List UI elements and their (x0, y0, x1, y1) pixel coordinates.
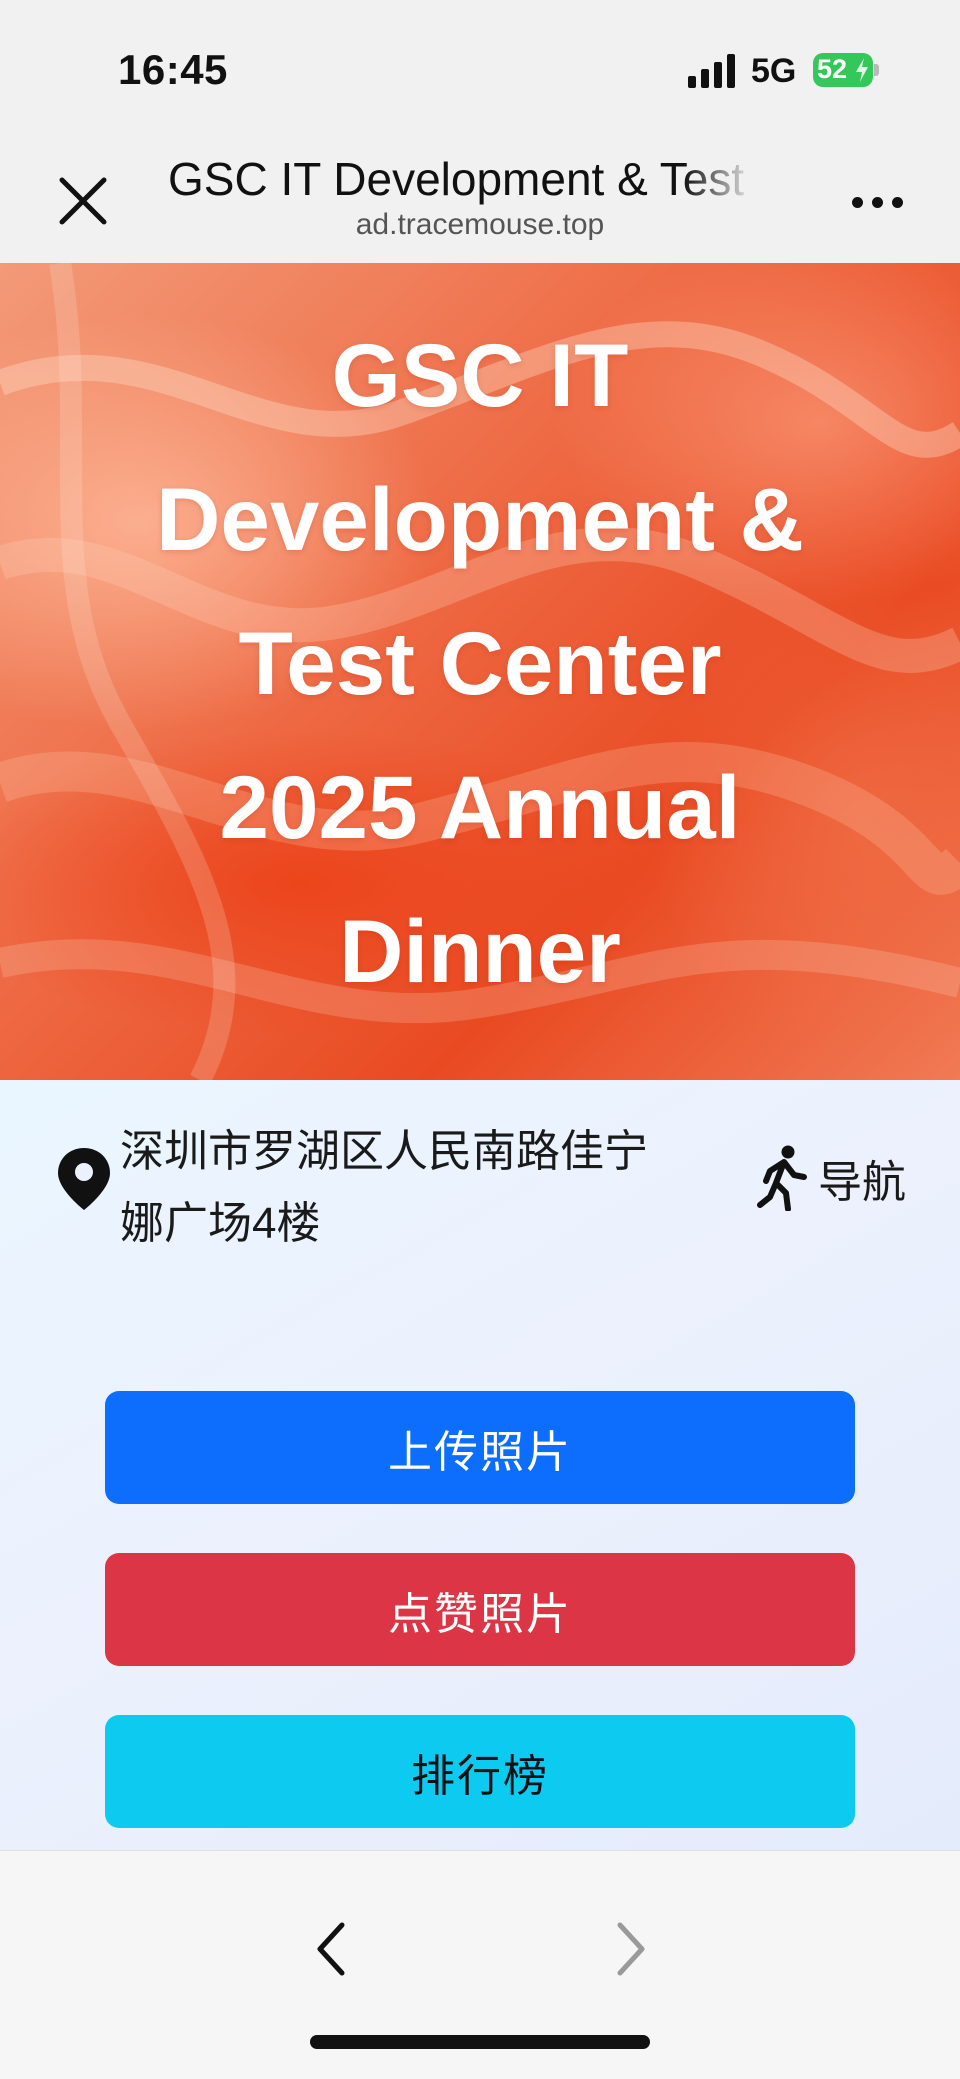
browser-nav-bar: GSC IT Development & Test Center 2025 An… (0, 140, 960, 263)
navigate-link[interactable]: 导航 (756, 1140, 906, 1216)
back-button[interactable] (300, 1909, 360, 1989)
more-options-button[interactable] (842, 180, 912, 224)
home-indicator[interactable] (310, 2035, 650, 2049)
battery-icon: 52 (813, 53, 879, 87)
hero-title-line: GSC IT (331, 325, 629, 425)
venue-address: 深圳市罗湖区人民南路佳宁娜广场4楼 (120, 1127, 648, 1248)
hero-title-line: Dinner (339, 901, 621, 1001)
battery-cap (874, 64, 879, 76)
more-horizontal-icon-dot (891, 196, 903, 208)
page-url: ad.tracemouse.top (355, 208, 605, 241)
status-bar: 16:45 5G 52 (0, 0, 960, 140)
hero-title-line: 2025 Annual (219, 757, 741, 857)
forward-button[interactable] (602, 1909, 662, 1989)
chevron-left-icon (317, 1922, 345, 1976)
like-photo-button[interactable]: 点赞照片 (105, 1553, 855, 1666)
map-pin-icon (58, 1148, 110, 1210)
cellular-signal-icon (688, 54, 735, 88)
more-horizontal-icon-dot (871, 196, 883, 208)
main-content: 深圳市罗湖区人民南路佳宁娜广场4楼 导航 上传照片 点赞照片 排行榜 (0, 1080, 960, 1850)
charging-bolt-icon (856, 58, 868, 82)
page-title: GSC IT Development & Test Center 2025 An… (168, 153, 754, 205)
hero-banner: GSC IT Development & Test Center 2025 An… (0, 263, 960, 1080)
network-type: 5G (751, 52, 797, 90)
hero-title: GSC IT Development & Test Center 2025 An… (60, 303, 900, 1023)
walking-person-icon (757, 1145, 807, 1211)
chevron-right-icon (617, 1922, 645, 1976)
more-horizontal-icon (851, 196, 863, 208)
browser-toolbar (0, 1850, 960, 2079)
hero-title-line: Development & (156, 469, 804, 569)
hero-title-line: Test Center (238, 613, 722, 713)
leaderboard-button[interactable]: 排行榜 (105, 1715, 855, 1828)
status-time: 16:45 (118, 46, 228, 93)
navigate-label: 导航 (818, 1158, 906, 1207)
upload-photo-button[interactable]: 上传照片 (105, 1391, 855, 1504)
battery-level: 52 (817, 54, 848, 84)
